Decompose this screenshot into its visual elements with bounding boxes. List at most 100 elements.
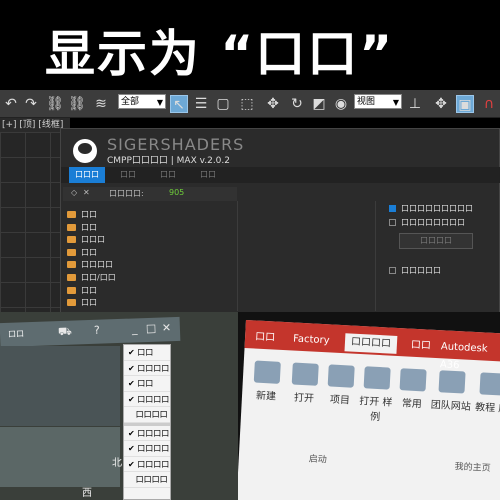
option-checkbox-1[interactable] [389,205,396,212]
caption-banner: 显示为 “口口” [0,0,500,90]
option-checkbox-2[interactable] [389,219,396,226]
menu-item[interactable]: ✔ 口口 [124,345,170,361]
folder-icon [67,261,76,269]
new-button[interactable]: 新建 [248,360,286,403]
photo-ribbon: 口口 Factory 口口口口 口口 Autodesk A36 新建 打开 项目… [238,312,500,500]
pivot-icon[interactable]: ⊥ [406,95,424,113]
move-icon[interactable]: ✥ [264,95,282,113]
tab-1[interactable]: 口口 [249,328,282,348]
left-panel-lower [0,427,120,487]
link-icon[interactable]: ⛓ [46,95,64,113]
caption-title: 显示为 “口口” [45,25,395,83]
tutorial-icon [479,372,500,396]
project-button[interactable]: 项目 [322,364,360,407]
minimize-icon[interactable]: _ [132,322,138,335]
clear-icon[interactable]: ✕ [83,188,90,197]
tab-4[interactable]: 口口 [193,167,223,183]
option-label-2: 口口口口口口口口 [401,218,465,227]
tab-4[interactable]: 口口 [404,336,437,356]
sample-icon [363,366,391,390]
redo-icon[interactable]: ↷ [22,95,40,113]
folder-icon [67,211,76,218]
group-start-label: 启动 [308,454,328,466]
rotate-icon[interactable]: ↻ [288,95,306,113]
list-item[interactable]: 口口 [63,297,237,310]
expand-icon[interactable]: ◇ [71,188,77,197]
list-item[interactable]: 口口口 [63,234,237,247]
folder-icon [67,273,76,281]
close-icon[interactable]: ✕ [162,321,172,334]
left-panel [0,346,120,426]
scale-icon[interactable]: ◩ [310,95,328,113]
menu-item[interactable]: ✔ 口口口口 [124,392,170,407]
help-icon[interactable]: ? [94,324,100,337]
menu-item[interactable]: ✔ 口口口口 [124,457,170,472]
search-row: ◇ ✕ 口口口口: 905 [63,187,237,201]
window-label: 口口 [7,329,25,339]
material-count: 905 [169,188,185,197]
select-manipulate-icon[interactable]: ✥ [432,95,450,113]
list-item[interactable]: 口口 [63,247,237,260]
group-home-label: 我的主页 [454,462,491,474]
list-item[interactable]: 口口/口口 [63,272,237,285]
rect-selection-icon[interactable]: ▢ [214,95,232,113]
list-item[interactable]: 口口 [63,209,237,222]
list-item[interactable]: 口口 [63,285,237,298]
folder-icon [67,299,76,307]
folder-icon [67,286,76,294]
menu-item[interactable]: ✔ 口口口口 [124,361,170,376]
window-titlebar: 口口 ⛟ ? _ □ ✕ [0,316,181,348]
select-by-name-icon[interactable]: ☰ [192,95,210,113]
reference-coord-dropdown[interactable]: 视图 ▼ [354,94,402,109]
unlink-icon[interactable]: ⛓ [68,95,86,113]
plugin-brand: SIGERSHADERS [107,135,245,154]
globe-icon [438,370,466,394]
cart-icon[interactable]: ⛟ [58,325,72,340]
plugin-version: CMPP口口口口 | MAX v.2.0.2 [107,156,230,166]
team-site-button[interactable]: 团队网站 [428,370,476,413]
tab-autodesk-a360[interactable]: Autodesk A36 [434,338,500,371]
bind-spacewarp-icon[interactable]: ≋ [92,95,110,113]
maximize-icon[interactable]: □ [146,322,157,335]
tab-home[interactable]: 口口口口 [344,333,398,354]
viewport-context-menu: ✔ 口口 ✔ 口口口口 ✔ 口口 ✔ 口口口口 口口口口 ✔ 口口口口 ✔ 口口… [123,344,171,500]
ribbon-screen: 口口 Factory 口口口口 口口 Autodesk A36 新建 打开 项目… [238,320,500,500]
folder-icon [67,248,76,256]
undo-icon[interactable]: ↶ [2,95,20,113]
select-object-icon[interactable]: ↖ [170,95,188,113]
tab-factory[interactable]: Factory [287,330,336,351]
option-checkbox-3[interactable] [389,267,396,274]
list-item[interactable]: 口口 [63,222,237,235]
snap-toggle-icon[interactable]: ∩ [480,95,498,113]
home-button[interactable]: 常用 [394,368,432,411]
apply-button[interactable]: 口口口口 [399,233,473,249]
open-button[interactable]: 打开 [286,362,324,405]
window-crossing-icon[interactable]: ⬚ [238,95,256,113]
plugin-tabbar: 口口口 口口 口口 口口 [61,167,500,183]
menu-item[interactable]: ✔ 口口 [124,376,170,392]
search-label: 口口口口: [109,189,144,198]
material-library-window: SIGERSHADERS CMPP口口口口 | MAX v.2.0.2 口口口 … [60,128,500,313]
folder-icon [67,223,76,231]
project-icon [327,364,355,388]
menu-item[interactable]: ✔ 口口口口 [124,426,170,441]
option-label-1: 口口口口口口口口口 [401,204,473,213]
folder-list: 口口 口口 口口口 口口 口口口口 口口/口口 口口 口口 [63,209,237,310]
menu-item[interactable]: 口口口口 [124,472,170,488]
tab-3[interactable]: 口口 [153,167,183,183]
tab-library[interactable]: 口口口 [69,167,105,183]
main-toolbar: ↶ ↷ ⛓ ⛓ ≋ 全部 ▼ ↖ ☰ ▢ ⬚ ✥ ↻ ◩ ◉ 视图 ▼ ⊥ ✥ … [0,90,500,118]
divider [375,201,376,311]
open-sample-button[interactable]: 打开 样例 [357,366,396,424]
tab-2[interactable]: 口口 [113,167,143,183]
list-item[interactable]: 口口口口 [63,259,237,272]
tutorial-library-button[interactable]: 教程 库 [473,372,500,415]
menu-item[interactable]: 口口口口 [124,407,170,423]
place-icon[interactable]: ◉ [332,95,350,113]
chevron-down-icon: ▼ [392,98,399,107]
menu-item[interactable]: ✔ 口口口口 [124,441,170,457]
keyboard-shortcut-icon[interactable]: ▣ [456,95,474,113]
reference-coord-value: 视图 [357,97,376,107]
folder-icon [291,362,319,386]
selection-filter-dropdown[interactable]: 全部 ▼ [118,94,166,109]
